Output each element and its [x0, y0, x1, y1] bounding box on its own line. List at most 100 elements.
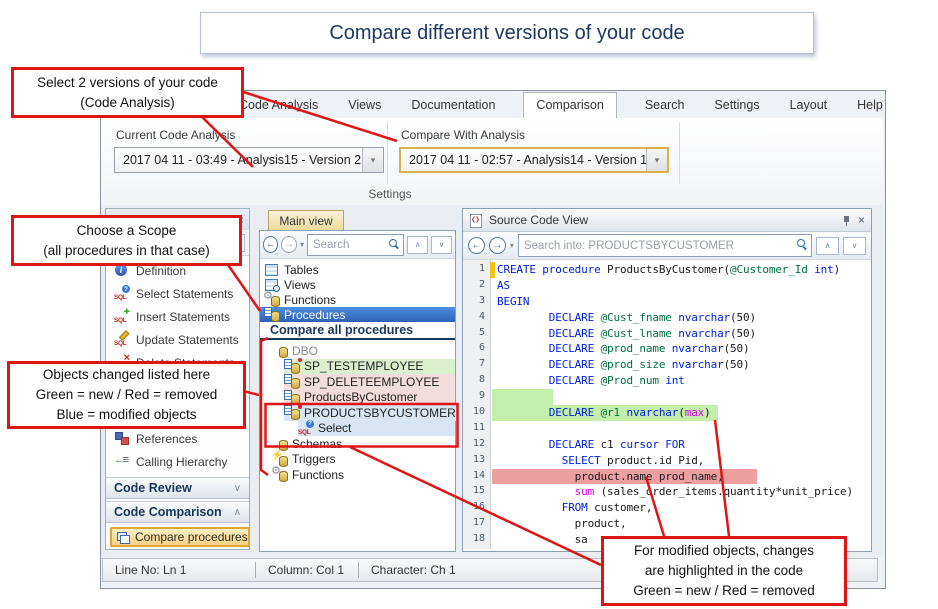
code-line: 12 DECLARE c1 cursor FOR	[463, 437, 869, 453]
history-dropdown-icon[interactable]: ▾	[300, 240, 304, 249]
pin-icon[interactable]	[842, 215, 852, 226]
tree-item-label: Procedures	[284, 308, 345, 322]
search-icon[interactable]	[389, 239, 399, 249]
tree-item-sp-deleteemployee[interactable]: SP_DELETEEMPLOYEE	[260, 374, 455, 390]
code-line: 13 SELECT product.id Pid,	[463, 453, 869, 469]
history-dropdown-icon[interactable]: ▾	[510, 241, 514, 250]
tab-views[interactable]: Views	[346, 93, 383, 117]
code-text: AS	[497, 279, 510, 292]
tree-item-triggers[interactable]: Triggers	[260, 452, 455, 468]
forward-button[interactable]: →	[281, 236, 296, 253]
back-button[interactable]: ←	[468, 237, 485, 254]
tab-layout[interactable]: Layout	[788, 93, 830, 117]
code-line: 5 DECLARE @Cust_lname nvarchar(50)	[463, 326, 869, 342]
tab-comparison[interactable]: Comparison	[523, 92, 616, 119]
sidebar-item-references[interactable]: References	[108, 427, 249, 450]
callout-line: Green = new / Red = removed	[633, 581, 815, 601]
callout-line: (all procedures in that case)	[43, 241, 210, 261]
tree-item-label: Views	[284, 278, 316, 292]
compare-analysis-dropdown[interactable]: 2017 04 11 - 02:57 - Analysis14 - Versio…	[399, 147, 669, 173]
i-procedures-icon	[264, 307, 280, 322]
code-line: 8 DECLARE @Prod_num int	[463, 373, 869, 389]
tree-row-content: Tables	[264, 262, 455, 277]
search-down-icon[interactable]: ∨	[843, 237, 866, 255]
dropdown-arrow-icon[interactable]: ▾	[646, 149, 667, 171]
code-text: BEGIN	[497, 295, 529, 308]
tree-item-dbo[interactable]: DBO	[260, 343, 455, 359]
object-tree: DBOSP_TESTEMPLOYEESP_DELETEEMPLOYEEProdu…	[260, 343, 455, 483]
tab-search[interactable]: Search	[643, 93, 687, 117]
sidebar-group-code-comparison[interactable]: Code Comparison ∧	[106, 501, 249, 523]
sidebar-item-label: Select Statements	[136, 287, 233, 301]
tree-item-productsbycustomer[interactable]: PRODUCTSBYCUSTOMER	[260, 405, 455, 421]
line-number: 7	[463, 358, 485, 369]
callout-line: (Code Analysis)	[80, 93, 175, 113]
tab-help[interactable]: Help	[855, 93, 885, 117]
sidebar-item-select-statements[interactable]: Select Statements	[108, 282, 249, 305]
i-sql-select-icon	[114, 286, 130, 301]
line-number: 16	[463, 501, 485, 512]
tree-item-label: Tables	[284, 263, 319, 277]
tree-item-label: SP_TESTEMPLOYEE	[304, 359, 423, 373]
tree-item-functions[interactable]: Functions	[260, 467, 455, 483]
sidebar-item-insert-statements[interactable]: Insert Statements	[108, 305, 249, 328]
code-search-input[interactable]	[519, 235, 811, 256]
tree-item-functions[interactable]: Functions	[260, 292, 455, 307]
search-up-icon[interactable]: ∧	[816, 237, 839, 255]
search-up-icon[interactable]: ∧	[407, 236, 428, 254]
i-sql-update-icon	[114, 332, 130, 347]
code-text: DECLARE @Cust_fname nvarchar(50)	[497, 311, 756, 324]
sidebar-group-code-review[interactable]: Code Review ∨	[106, 477, 249, 499]
code-text: DECLARE @Prod_num int	[497, 374, 685, 387]
code-line: 15 sum (sales_order_items.quantity*unit_…	[463, 484, 869, 500]
tree-item-views[interactable]: Views	[260, 277, 455, 292]
tree-item-schemas[interactable]: Schemas	[260, 436, 455, 452]
current-analysis-dropdown[interactable]: 2017 04 11 - 03:49 - Analysis15 - Versio…	[114, 147, 384, 173]
i-proc-icon	[284, 405, 300, 420]
compare-procedures-button[interactable]: Compare procedures	[110, 527, 250, 547]
tree-item-label: Functions	[292, 468, 344, 482]
source-view-title: Source Code View	[489, 213, 588, 227]
forward-button[interactable]: →	[489, 237, 506, 254]
callout-line: Select 2 versions of your code	[37, 73, 218, 93]
i-references-icon	[114, 431, 130, 446]
tab-code-analysis[interactable]: Code Analysis	[237, 93, 320, 117]
search-icon[interactable]	[797, 239, 807, 249]
tree-row-content: Procedures	[264, 307, 455, 322]
code-editor[interactable]: 1CREATE procedure ProductsByCustomer(@Cu…	[463, 262, 869, 548]
i-proc-icon	[284, 374, 300, 389]
code-search-box	[518, 234, 812, 257]
chevron-down-icon: ∨	[234, 483, 241, 494]
title-banner: Compare different versions of your code	[200, 12, 814, 54]
line-number: 14	[463, 470, 485, 481]
compare-all-procedures-header[interactable]: Compare all procedures	[260, 322, 455, 340]
main-view-tab-label: Main view	[279, 214, 332, 228]
back-button[interactable]: ←	[263, 236, 278, 253]
tree-item-procedures[interactable]: Procedures	[260, 307, 455, 322]
tree-row-content: SP_DELETEEMPLOYEE	[284, 374, 455, 390]
current-analysis-label: Current Code Analysis	[116, 128, 235, 142]
tree-item-tables[interactable]: Tables	[260, 262, 455, 277]
compare-windows-icon	[116, 531, 130, 544]
sidebar-item-calling-hierarchy[interactable]: Calling Hierarchy	[108, 450, 249, 473]
line-number: 18	[463, 533, 485, 544]
code-line: 9	[463, 389, 869, 405]
change-marker	[490, 262, 495, 278]
dropdown-arrow-icon[interactable]: ▾	[362, 148, 383, 172]
close-icon[interactable]: ×	[858, 214, 865, 226]
tab-main-view[interactable]: Main view	[268, 210, 344, 230]
tree-item-sp-testemployee[interactable]: SP_TESTEMPLOYEE	[260, 359, 455, 375]
tree-row-content: Functions	[264, 292, 455, 307]
sidebar-item-update-statements[interactable]: Update Statements	[108, 328, 249, 351]
tree-item-productsbycustomer[interactable]: ProductsByCustomer	[260, 390, 455, 406]
banner-title: Compare different versions of your code	[329, 22, 684, 45]
tab-settings[interactable]: Settings	[712, 93, 761, 117]
tree-row-content: SP_TESTEMPLOYEE	[284, 359, 455, 375]
search-down-icon[interactable]: ∨	[431, 236, 452, 254]
code-line: 14 product.name prod_name,	[463, 469, 869, 485]
screenshot-stage: Compare different versions of your code …	[0, 0, 938, 609]
sidebar-item-list: DefinitionSelect StatementsInsert Statem…	[108, 259, 249, 374]
current-analysis-value: 2017 04 11 - 03:49 - Analysis15 - Versio…	[115, 153, 362, 167]
tab-documentation[interactable]: Documentation	[409, 93, 497, 117]
tree-item-select[interactable]: Select	[260, 421, 455, 437]
